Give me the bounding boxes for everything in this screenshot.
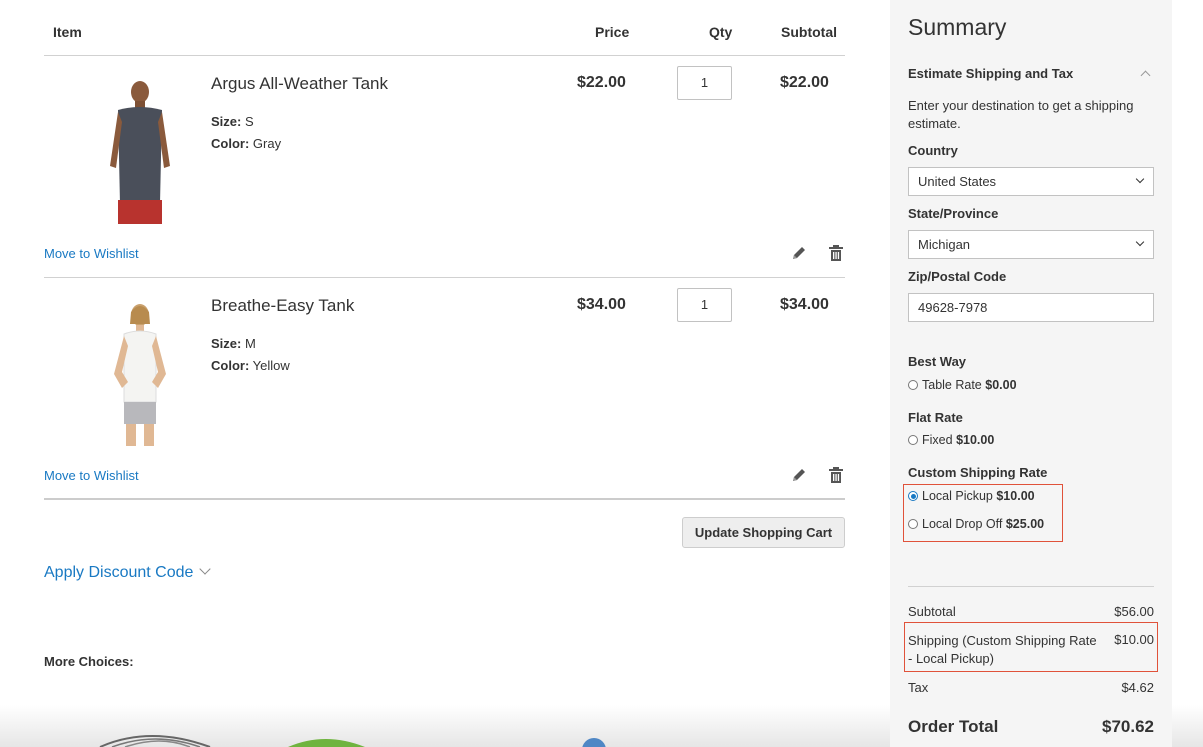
country-select[interactable]: United States bbox=[908, 167, 1154, 196]
update-shopping-cart-button[interactable]: Update Shopping Cart bbox=[682, 517, 845, 548]
option-label: Table Rate bbox=[922, 378, 982, 392]
item-price: $34.00 bbox=[577, 296, 626, 313]
product-option-size: Size: S bbox=[211, 114, 254, 129]
chevron-up-icon[interactable] bbox=[1140, 70, 1151, 81]
summary-title: Summary bbox=[908, 14, 1007, 40]
option-price: $0.00 bbox=[985, 378, 1017, 392]
product-name[interactable]: Breathe-Easy Tank bbox=[211, 296, 354, 316]
cart-item-row: Argus All-Weather Tank Size: S Color: Gr… bbox=[44, 56, 845, 278]
shipping-method-title: Flat Rate bbox=[908, 410, 963, 425]
product-image-argus[interactable] bbox=[70, 76, 210, 224]
move-to-wishlist-link[interactable]: Move to Wishlist bbox=[44, 468, 139, 483]
trash-icon[interactable] bbox=[828, 244, 844, 262]
color-label: Color: bbox=[211, 358, 250, 373]
carousel-products-partial bbox=[99, 735, 606, 747]
radio-button[interactable] bbox=[908, 435, 918, 445]
shipping-method-title: Custom Shipping Rate bbox=[908, 465, 1048, 480]
tax-label: Tax bbox=[908, 680, 929, 695]
product-option-size: Size: M bbox=[211, 336, 256, 351]
highlight-box bbox=[903, 484, 1063, 542]
item-subtotal: $22.00 bbox=[780, 74, 829, 91]
order-summary-panel: Summary Estimate Shipping and Tax Enter … bbox=[890, 0, 1172, 747]
radio-button[interactable] bbox=[908, 380, 918, 390]
cart-table: Item Price Qty Subtotal Argus All-Weathe… bbox=[44, 0, 845, 500]
product-name[interactable]: Argus All-Weather Tank bbox=[211, 74, 388, 94]
product-option-color: Color: Gray bbox=[211, 136, 281, 151]
shipping-option-fixed[interactable]: Fixed $10.00 bbox=[908, 433, 994, 447]
header-item: Item bbox=[53, 24, 82, 40]
tax-value: $4.62 bbox=[1121, 680, 1154, 695]
chevron-down-icon bbox=[199, 563, 212, 575]
move-to-wishlist-link[interactable]: Move to Wishlist bbox=[44, 246, 139, 261]
state-value: Michigan bbox=[918, 237, 971, 252]
woman-in-white-tank-photo-icon bbox=[114, 304, 166, 446]
more-choices-heading: More Choices: bbox=[44, 654, 134, 669]
trash-icon[interactable] bbox=[828, 466, 844, 484]
chevron-down-icon bbox=[1135, 237, 1145, 247]
divider bbox=[908, 586, 1154, 587]
size-value: M bbox=[244, 336, 256, 351]
subtotal-label: Subtotal bbox=[908, 604, 956, 619]
header-price: Price bbox=[595, 24, 630, 40]
order-total-label: Order Total bbox=[908, 717, 999, 736]
color-value: Yellow bbox=[252, 358, 290, 373]
chevron-down-icon bbox=[1135, 174, 1145, 184]
cart-item-row: Breathe-Easy Tank Size: M Color: Yellow … bbox=[44, 278, 845, 500]
item-subtotal: $34.00 bbox=[780, 296, 829, 313]
state-label: State/Province bbox=[908, 206, 999, 221]
size-value: S bbox=[244, 114, 254, 129]
man-in-gray-tank-photo-icon bbox=[110, 81, 170, 224]
subtotal-value: $56.00 bbox=[1114, 604, 1154, 619]
cart-table-header: Item Price Qty Subtotal bbox=[44, 0, 845, 56]
order-total-value: $70.62 bbox=[1102, 717, 1154, 736]
apply-discount-code-toggle[interactable]: Apply Discount Code bbox=[44, 563, 212, 582]
discount-label: Apply Discount Code bbox=[44, 564, 194, 581]
highlight-box bbox=[904, 622, 1158, 672]
shipping-method-title: Best Way bbox=[908, 354, 967, 369]
option-price: $10.00 bbox=[956, 433, 995, 447]
zip-input[interactable]: 49628-7978 bbox=[908, 293, 1154, 322]
qty-input[interactable]: 1 bbox=[677, 288, 732, 322]
country-value: United States bbox=[918, 174, 997, 189]
item-price: $22.00 bbox=[577, 74, 626, 91]
pencil-icon[interactable] bbox=[790, 466, 808, 484]
size-label: Size: bbox=[211, 336, 242, 351]
qty-input[interactable]: 1 bbox=[677, 66, 732, 100]
product-image-breathe-easy[interactable] bbox=[70, 298, 210, 446]
size-label: Size: bbox=[211, 114, 242, 129]
pencil-icon[interactable] bbox=[790, 244, 808, 262]
color-label: Color: bbox=[211, 136, 250, 151]
header-subtotal: Subtotal bbox=[781, 24, 837, 40]
estimate-description: Enter your destination to get a shipping… bbox=[908, 98, 1134, 131]
product-option-color: Color: Yellow bbox=[211, 358, 290, 373]
color-value: Gray bbox=[252, 136, 282, 151]
header-qty: Qty bbox=[709, 24, 733, 40]
option-label: Fixed bbox=[922, 433, 953, 447]
state-select[interactable]: Michigan bbox=[908, 230, 1154, 259]
country-label: Country bbox=[908, 143, 958, 158]
zip-label: Zip/Postal Code bbox=[908, 269, 1007, 284]
shipping-option-table-rate[interactable]: Table Rate $0.00 bbox=[908, 378, 1017, 392]
estimate-shipping-toggle[interactable]: Estimate Shipping and Tax bbox=[908, 66, 1073, 81]
